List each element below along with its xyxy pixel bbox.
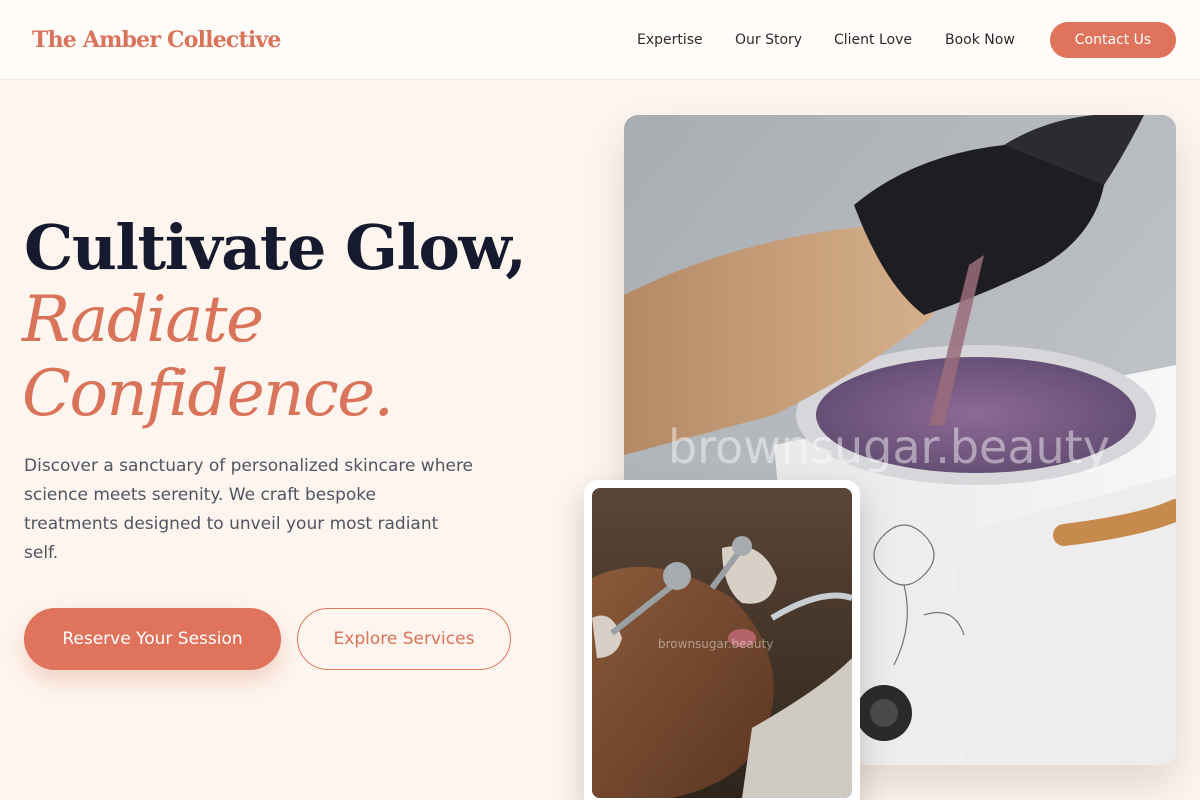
nav-link-our-story[interactable]: Our Story [735, 28, 802, 52]
nav-link-expertise[interactable]: Expertise [637, 28, 703, 52]
hero-headline-line3: Confidence. [22, 357, 394, 431]
top-navbar: The Amber Collective Expertise Our Story… [0, 0, 1200, 80]
reserve-session-button[interactable]: Reserve Your Session [24, 608, 281, 670]
nav-link-book-now[interactable]: Book Now [945, 28, 1015, 52]
nav-link-client-love[interactable]: Client Love [834, 28, 912, 52]
inset-photo-watermark: brownsugar.beauty [658, 637, 773, 651]
hero-headline-line1: Cultivate Glow, [24, 211, 527, 284]
main-photo-watermark: brownsugar.beauty [668, 420, 1110, 474]
explore-services-button[interactable]: Explore Services [297, 608, 511, 670]
facial-treatment-photo: brownsugar.beauty [592, 488, 852, 798]
brand-logo[interactable]: The Amber Collective [32, 24, 281, 56]
hero-headline-line2: Radiate [22, 283, 264, 357]
hero-description: Discover a sanctuary of personalized ski… [24, 456, 474, 563]
inset-photo-frame: brownsugar.beauty [584, 480, 860, 800]
contact-us-button[interactable]: Contact Us [1050, 22, 1176, 58]
